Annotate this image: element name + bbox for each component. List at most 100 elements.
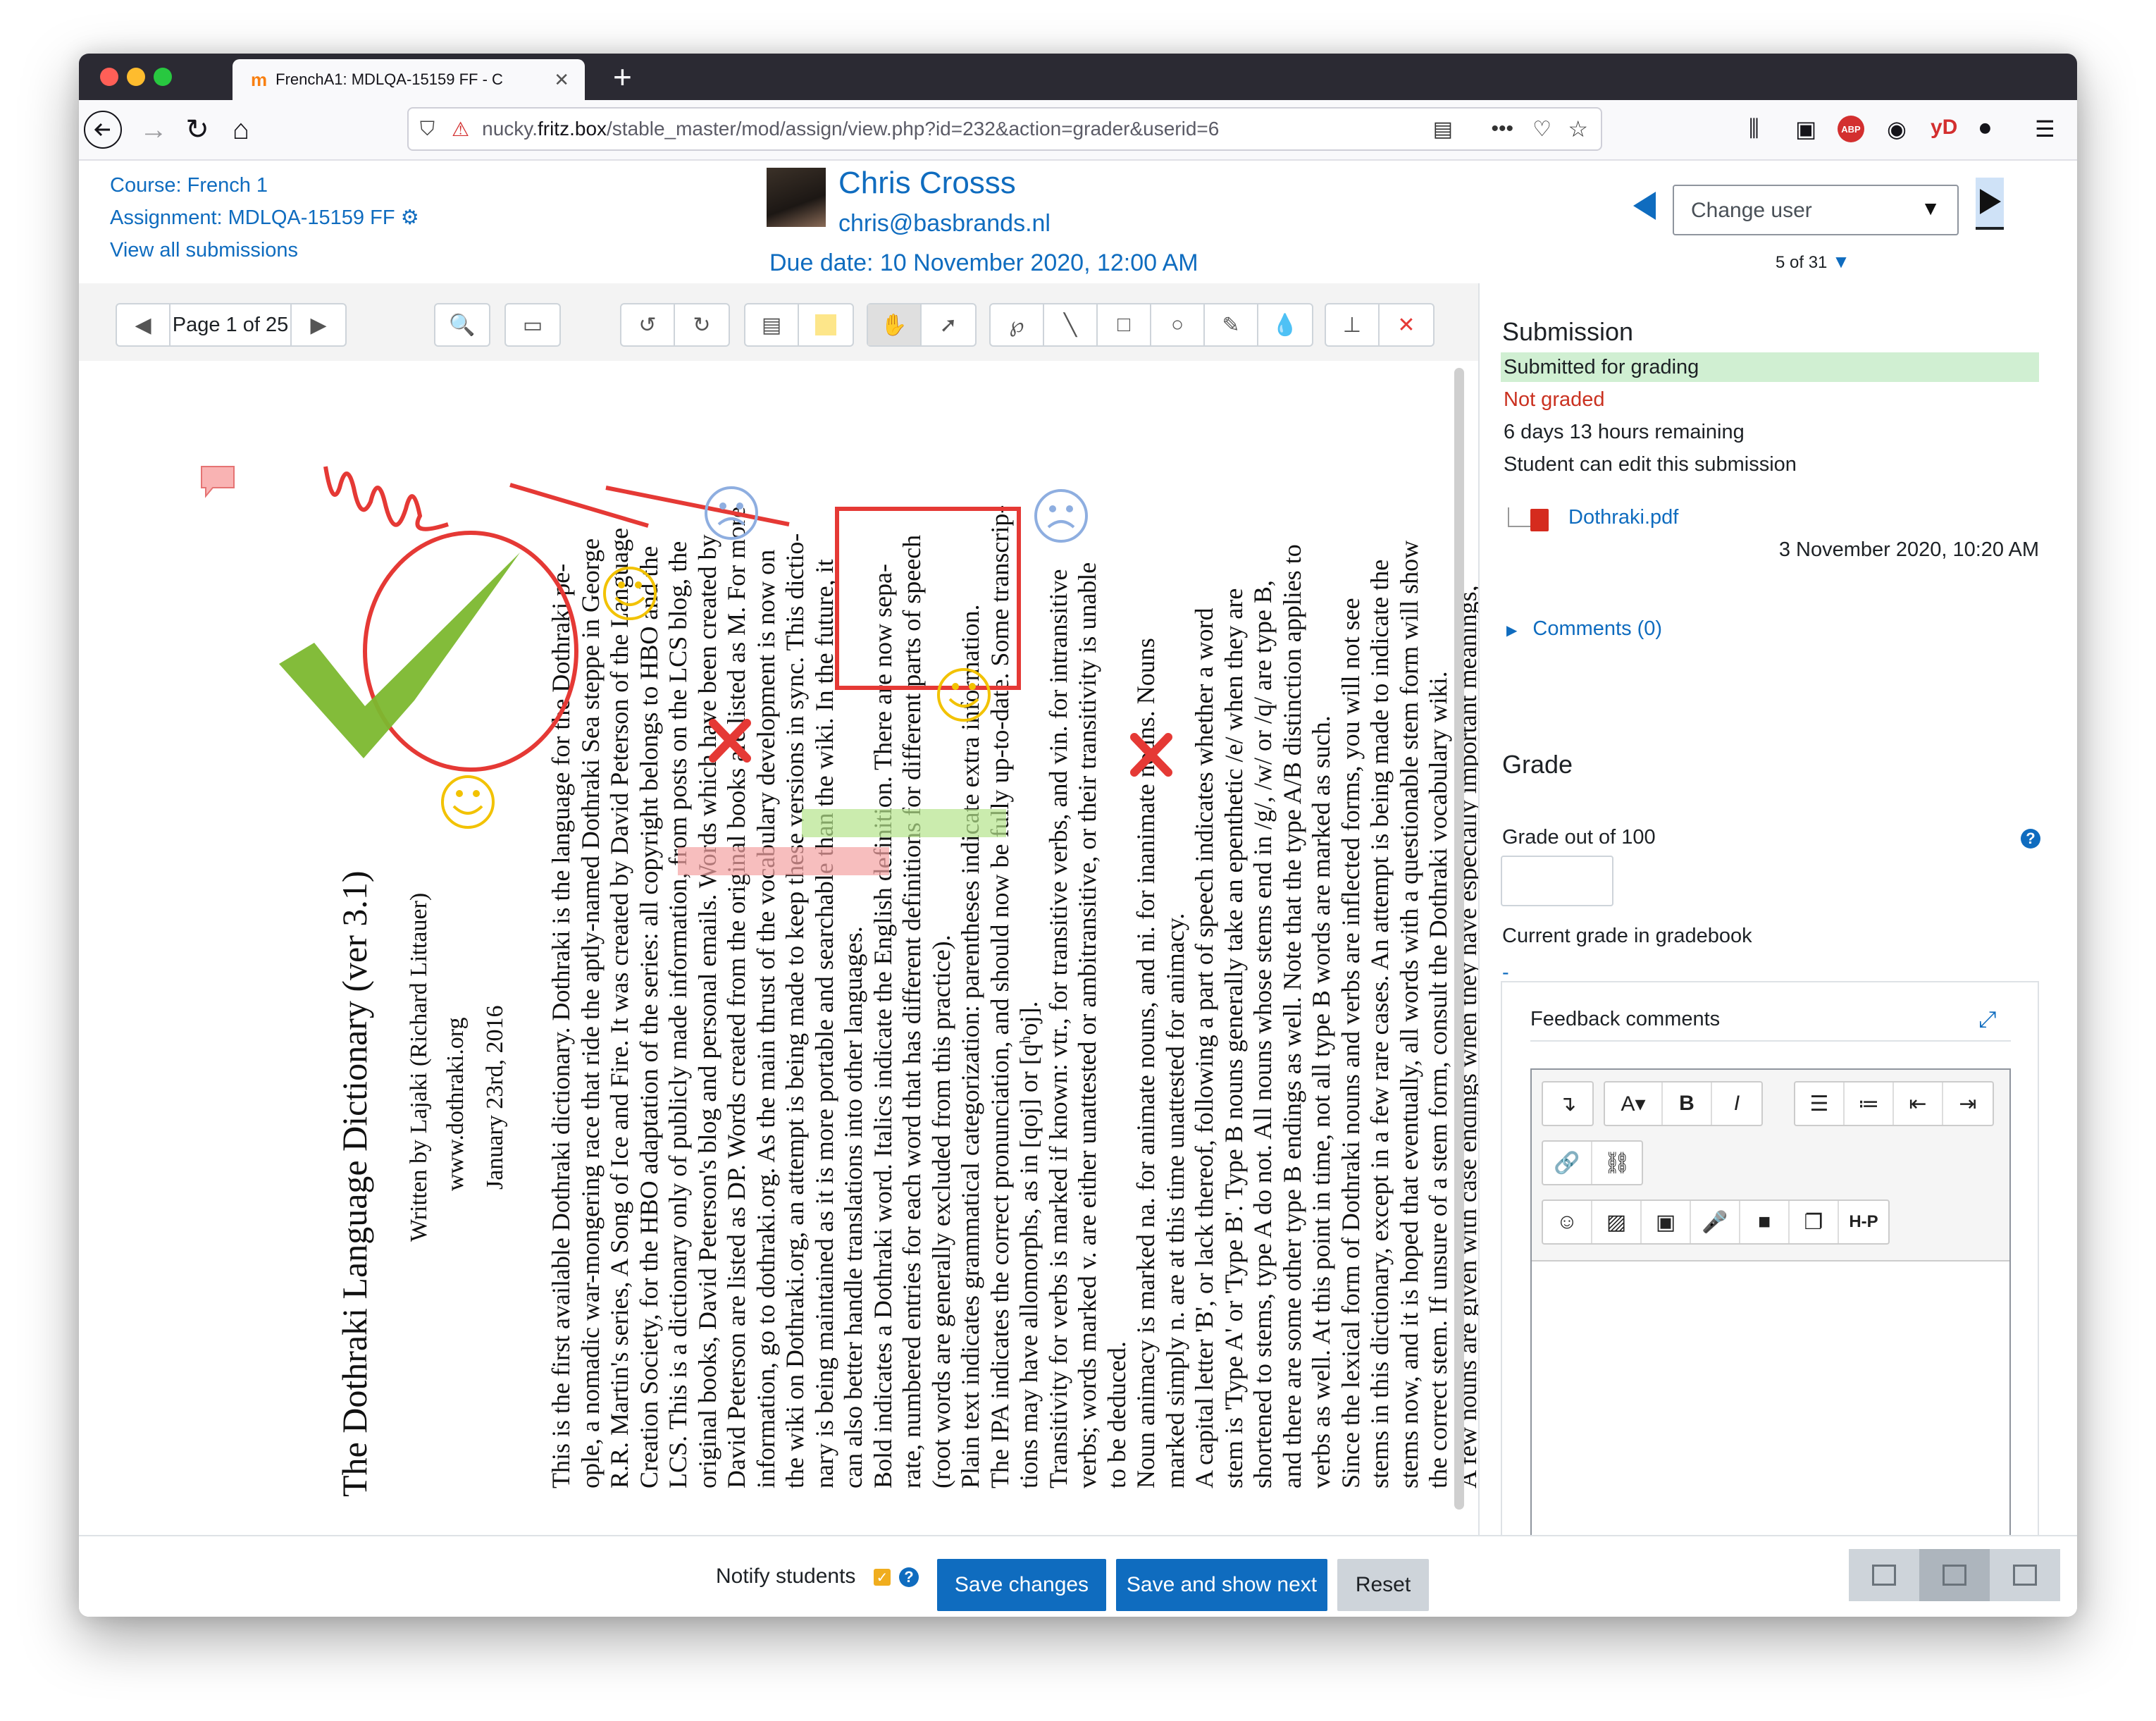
reader-view-icon[interactable]: ▤	[1433, 117, 1453, 142]
change-user-select[interactable]: Change user ▼	[1673, 185, 1959, 235]
smiley-stamp-icon	[937, 668, 991, 722]
help-icon[interactable]: ?	[2021, 829, 2040, 849]
page-actions-icon[interactable]: •••	[1491, 117, 1513, 141]
user-name[interactable]: Chris Crosss	[838, 164, 1051, 203]
previous-user-icon[interactable]	[1633, 192, 1656, 220]
stamp-cross-icon[interactable]: ✕	[1380, 304, 1433, 345]
record-video-icon[interactable]: ■	[1740, 1201, 1790, 1243]
insecure-lock-icon[interactable]: ⚠	[452, 118, 469, 141]
settings-gear-icon[interactable]: ⚙	[401, 206, 419, 229]
indent-icon[interactable]: ⇥	[1943, 1082, 1993, 1125]
image-icon[interactable]: ▨	[1592, 1201, 1642, 1243]
manage-files-icon[interactable]: ❐	[1790, 1201, 1839, 1243]
save-and-show-next-button[interactable]: Save and show next	[1116, 1559, 1327, 1611]
unlink-icon[interactable]: ⛓	[1592, 1142, 1642, 1184]
menu-icon[interactable]: ☰	[2035, 116, 2055, 142]
search-comments-group: 🔍	[434, 303, 490, 347]
view-all-submissions-link[interactable]: View all submissions	[110, 234, 419, 266]
pan-hand-icon[interactable]: ✋	[868, 304, 922, 345]
home-button[interactable]: ⌂	[220, 109, 262, 151]
comment-tool-icon[interactable]: ▤	[745, 304, 799, 345]
user-count[interactable]: 5 of 31 ▼	[1776, 251, 1850, 273]
extension-icon[interactable]: ⚫	[1976, 116, 1995, 142]
chevron-down-icon: ▼	[1921, 197, 1940, 219]
user-email[interactable]: chris@basbrands.nl	[838, 203, 1051, 244]
comment-color-icon[interactable]	[799, 304, 853, 345]
forward-button[interactable]: →	[132, 109, 175, 151]
italic-icon[interactable]: I	[1712, 1082, 1761, 1125]
help-icon[interactable]: ?	[899, 1567, 919, 1587]
paragraph-style-icon[interactable]: A▾	[1605, 1082, 1663, 1125]
outdent-icon[interactable]: ⇤	[1894, 1082, 1943, 1125]
assignment-link[interactable]: Assignment: MDLQA-15159 FF	[110, 206, 395, 229]
notify-checkbox[interactable]: ✓	[874, 1569, 891, 1586]
reload-button[interactable]: ↻	[176, 109, 218, 151]
comments-toggle[interactable]: ▶ Comments (0)	[1506, 617, 1662, 641]
library-icon[interactable]: ⫼	[1749, 116, 1759, 142]
annotation-color-icon[interactable]: 💧	[1258, 304, 1312, 345]
rectangle-annotation	[835, 507, 1021, 690]
rectangle-tool-icon[interactable]: □	[1098, 304, 1151, 345]
h5p-icon[interactable]: H-P	[1839, 1201, 1888, 1243]
close-window-button[interactable]	[100, 68, 118, 86]
media-icon[interactable]: ▣	[1642, 1201, 1691, 1243]
bold-icon[interactable]: B	[1663, 1082, 1712, 1125]
new-tab-button[interactable]: +	[613, 58, 632, 96]
feedback-editor[interactable]: ↴ A▾ B I ☰ ≔ ⇤ ⇥ 🔗 ⛓ ☺ ▨ ▣ 🎤 ■ ❐ H-P	[1530, 1068, 2011, 1604]
select-pointer-icon[interactable]: ➚	[922, 304, 975, 345]
sidebar-icon[interactable]: ▣	[1795, 116, 1816, 142]
collapse-grade-panel-button[interactable]	[1849, 1549, 1919, 1601]
highlight-tool-icon[interactable]: ✎	[1205, 304, 1258, 345]
smiley-stamp-icon	[441, 775, 495, 829]
pdf-page[interactable]: The Dothraki Language Dictionary (ver 3.…	[79, 361, 1478, 1569]
grade-input[interactable]	[1501, 856, 1613, 906]
browser-tab[interactable]: m FrenchA1: MDLQA-15159 FF - C ✕	[233, 59, 585, 100]
numbered-list-icon[interactable]: ≔	[1845, 1082, 1894, 1125]
extension-yd-icon[interactable]: yD	[1931, 116, 1957, 140]
default-layout-button[interactable]	[1919, 1549, 1990, 1601]
pen-tool-icon[interactable]: ℘	[991, 304, 1044, 345]
shield-icon[interactable]: ⛉	[420, 118, 435, 141]
vertical-scrollbar[interactable]	[1454, 368, 1464, 1510]
expand-icon[interactable]: ⤢	[1978, 1006, 1997, 1033]
reset-button[interactable]: Reset	[1337, 1559, 1429, 1611]
rotate-right-icon[interactable]: ↻	[675, 304, 729, 345]
split-panel-icon	[1943, 1565, 1966, 1586]
search-comments-icon[interactable]: 🔍	[435, 304, 489, 345]
tab-title: FrenchA1: MDLQA-15159 FF - C	[275, 70, 503, 88]
minimize-window-button[interactable]	[127, 68, 145, 86]
user-info: Chris Crosss chris@basbrands.nl	[838, 164, 1051, 244]
oval-tool-icon[interactable]: ○	[1151, 304, 1205, 345]
page-selector[interactable]: Page 1 of 25	[171, 304, 292, 345]
back-button[interactable]	[82, 109, 124, 151]
rotate-left-icon[interactable]: ↺	[621, 304, 675, 345]
record-audio-icon[interactable]: 🎤	[1691, 1201, 1740, 1243]
close-tab-icon[interactable]: ✕	[554, 69, 569, 91]
left-panel-icon	[1872, 1565, 1896, 1586]
adblock-icon[interactable]: ABP	[1838, 116, 1864, 142]
pocket-icon[interactable]: ♡	[1532, 117, 1551, 142]
comments-panel-icon[interactable]: ▭	[506, 304, 559, 345]
account-icon[interactable]: ◉	[1887, 116, 1907, 142]
pdf-toolbar: ◀ Page 1 of 25 ▶ 🔍 ▭ ↺ ↻ ▤ ✋ ➚ ℘ ╲ □ ○ ✎…	[79, 283, 1478, 362]
bullet-list-icon[interactable]: ☰	[1795, 1082, 1845, 1125]
editor-toolbar: ↴ A▾ B I ☰ ≔ ⇤ ⇥ 🔗 ⛓ ☺ ▨ ▣ 🎤 ■ ❐ H-P	[1532, 1070, 2009, 1262]
next-page-button[interactable]: ▶	[292, 304, 345, 345]
grading-status: Not graded	[1504, 388, 1605, 411]
submission-file-link[interactable]: Dothraki.pdf	[1568, 506, 1678, 529]
filter-icon[interactable]: ▼	[1832, 251, 1850, 272]
line-tool-icon[interactable]: ╲	[1044, 304, 1098, 345]
emoji-icon[interactable]: ☺	[1543, 1201, 1592, 1243]
stamp-tool-icon[interactable]: ⊥	[1326, 304, 1380, 345]
bookmark-star-icon[interactable]: ☆	[1568, 116, 1588, 142]
previous-page-button[interactable]: ◀	[117, 304, 171, 345]
next-user-button[interactable]	[1976, 178, 2004, 230]
link-icon[interactable]: 🔗	[1543, 1142, 1592, 1184]
save-changes-button[interactable]: Save changes	[937, 1559, 1106, 1611]
submission-status: Submitted for grading	[1501, 352, 2039, 382]
course-link[interactable]: Course: French 1	[110, 169, 419, 202]
address-bar[interactable]: ⛉ ⚠ nucky. fritz.box/stable_master/mod/as…	[407, 107, 1602, 151]
collapse-review-panel-button[interactable]	[1990, 1549, 2060, 1601]
maximize-window-button[interactable]	[154, 68, 172, 86]
collapse-toolbar-icon[interactable]: ↴	[1543, 1082, 1592, 1125]
